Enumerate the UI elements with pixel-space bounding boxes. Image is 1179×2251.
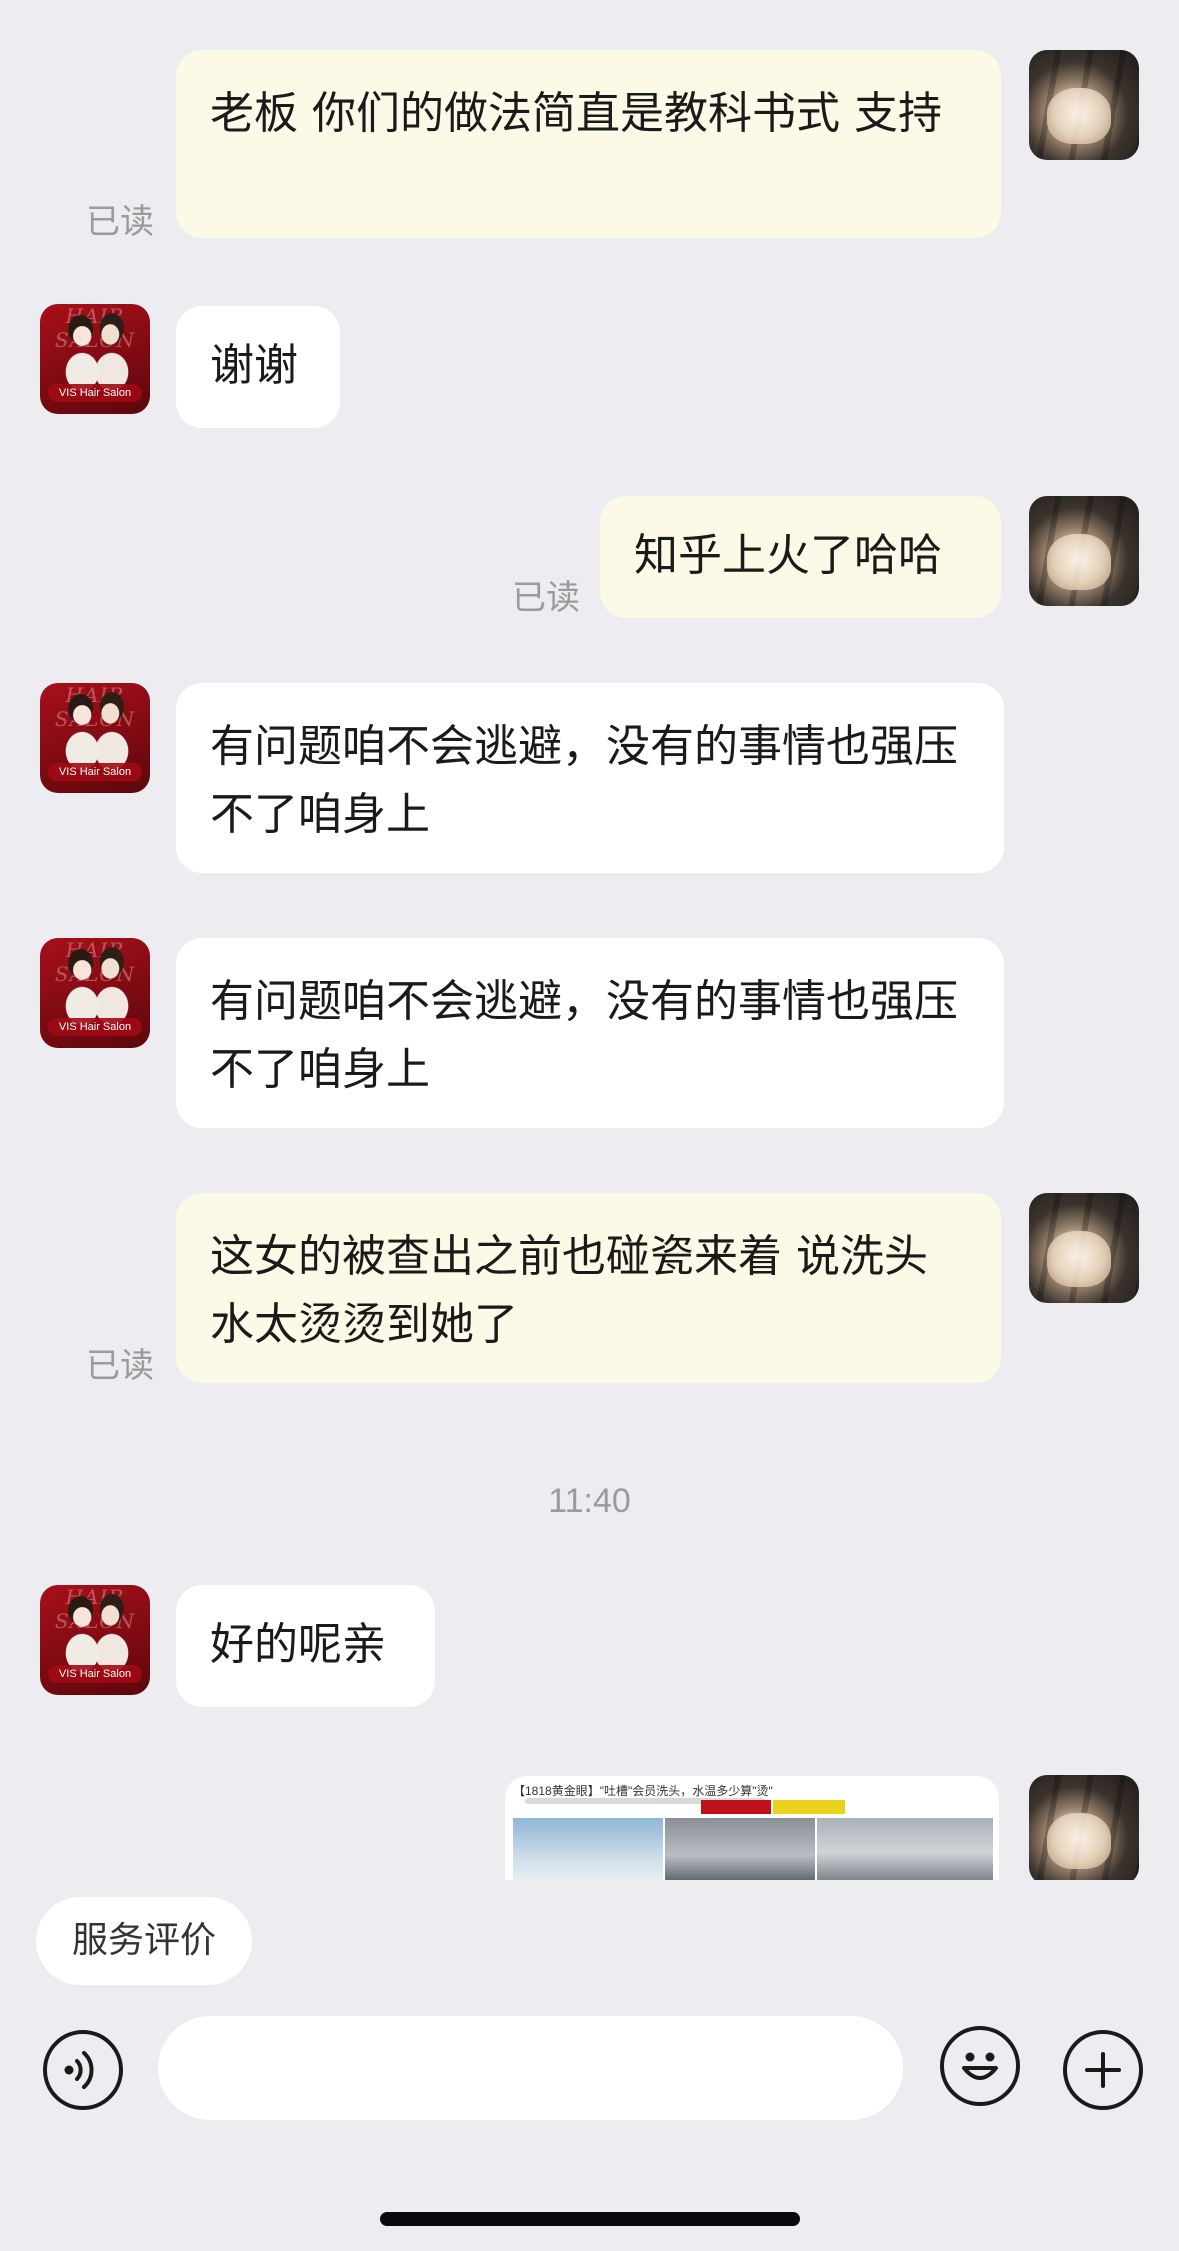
read-receipt: 已读 bbox=[512, 578, 580, 618]
message-bubble[interactable]: 这女的被查出之前也碰瓷来着 说洗头水太烫烫到她了 bbox=[176, 1193, 1001, 1383]
voice-icon bbox=[64, 2051, 94, 2089]
image-highlight bbox=[701, 1800, 771, 1814]
voice-button[interactable] bbox=[43, 2030, 123, 2110]
image-frame bbox=[513, 1818, 663, 1880]
plus-button[interactable] bbox=[1063, 2030, 1143, 2110]
home-indicator[interactable] bbox=[380, 2212, 800, 2226]
message-bubble[interactable]: 知乎上火了哈哈 bbox=[600, 496, 1001, 618]
my-avatar[interactable] bbox=[1029, 496, 1139, 606]
message-text: 有问题咱不会逃避，没有的事情也强压不了咱身上 bbox=[210, 721, 958, 840]
shop-avatar[interactable]: HAIR SALON VIS Hair Salon bbox=[40, 304, 150, 414]
message-list[interactable]: 老板 你们的做法简直是教科书式 支持 已读 HAIR SALON VIS Hai… bbox=[0, 0, 1179, 1880]
chat-screen: 老板 你们的做法简直是教科书式 支持 已读 HAIR SALON VIS Hai… bbox=[0, 0, 1179, 2251]
message-bubble[interactable]: 谢谢 bbox=[176, 306, 340, 428]
message-input[interactable] bbox=[158, 2016, 903, 2120]
message-bubble[interactable]: 好的呢亲 bbox=[176, 1585, 435, 1707]
my-avatar[interactable] bbox=[1029, 1775, 1139, 1880]
shop-avatar[interactable]: HAIR SALON VIS Hair Salon bbox=[40, 1585, 150, 1695]
message-bubble[interactable]: 有问题咱不会逃避，没有的事情也强压不了咱身上 bbox=[176, 938, 1004, 1128]
message-timestamp: 11:40 bbox=[548, 1482, 631, 1520]
image-frame bbox=[665, 1818, 815, 1880]
service-rating-button[interactable]: 服务评价 bbox=[36, 1897, 252, 1985]
message-bubble[interactable]: 有问题咱不会逃避，没有的事情也强压不了咱身上 bbox=[176, 683, 1004, 873]
message-text: 有问题咱不会逃避，没有的事情也强压不了咱身上 bbox=[210, 976, 958, 1095]
read-receipt: 已读 bbox=[86, 202, 154, 242]
shop-avatar[interactable]: HAIR SALON VIS Hair Salon bbox=[40, 938, 150, 1048]
image-frame bbox=[817, 1818, 993, 1880]
shop-avatar-label: VIS Hair Salon bbox=[48, 1018, 142, 1036]
image-message[interactable]: 【1818黄金眼】"吐槽"会员洗头，水温多少算"烫" bbox=[505, 1776, 999, 1880]
message-text: 好的呢亲 bbox=[210, 1619, 386, 1670]
message-text: 知乎上火了哈哈 bbox=[634, 530, 942, 581]
emoji-icon bbox=[962, 2052, 998, 2080]
shop-avatar-label: VIS Hair Salon bbox=[48, 384, 142, 402]
input-toolbar bbox=[0, 2010, 1179, 2130]
plus-icon bbox=[1085, 2052, 1121, 2088]
image-highlight bbox=[773, 1800, 845, 1814]
message-text: 老板 你们的做法简直是教科书式 支持 bbox=[210, 88, 942, 139]
shop-avatar[interactable]: HAIR SALON VIS Hair Salon bbox=[40, 683, 150, 793]
message-text: 这女的被查出之前也碰瓷来着 说洗头水太烫烫到她了 bbox=[210, 1231, 928, 1350]
my-avatar[interactable] bbox=[1029, 1193, 1139, 1303]
shop-avatar-label: VIS Hair Salon bbox=[48, 763, 142, 781]
read-receipt: 已读 bbox=[86, 1346, 154, 1386]
message-text: 谢谢 bbox=[210, 340, 298, 391]
shop-avatar-label: VIS Hair Salon bbox=[48, 1665, 142, 1683]
image-caption: 【1818黄金眼】"吐槽"会员洗头，水温多少算"烫" bbox=[513, 1784, 773, 1798]
message-bubble[interactable]: 老板 你们的做法简直是教科书式 支持 bbox=[176, 50, 1001, 238]
my-avatar[interactable] bbox=[1029, 50, 1139, 160]
emoji-button[interactable] bbox=[940, 2026, 1020, 2106]
